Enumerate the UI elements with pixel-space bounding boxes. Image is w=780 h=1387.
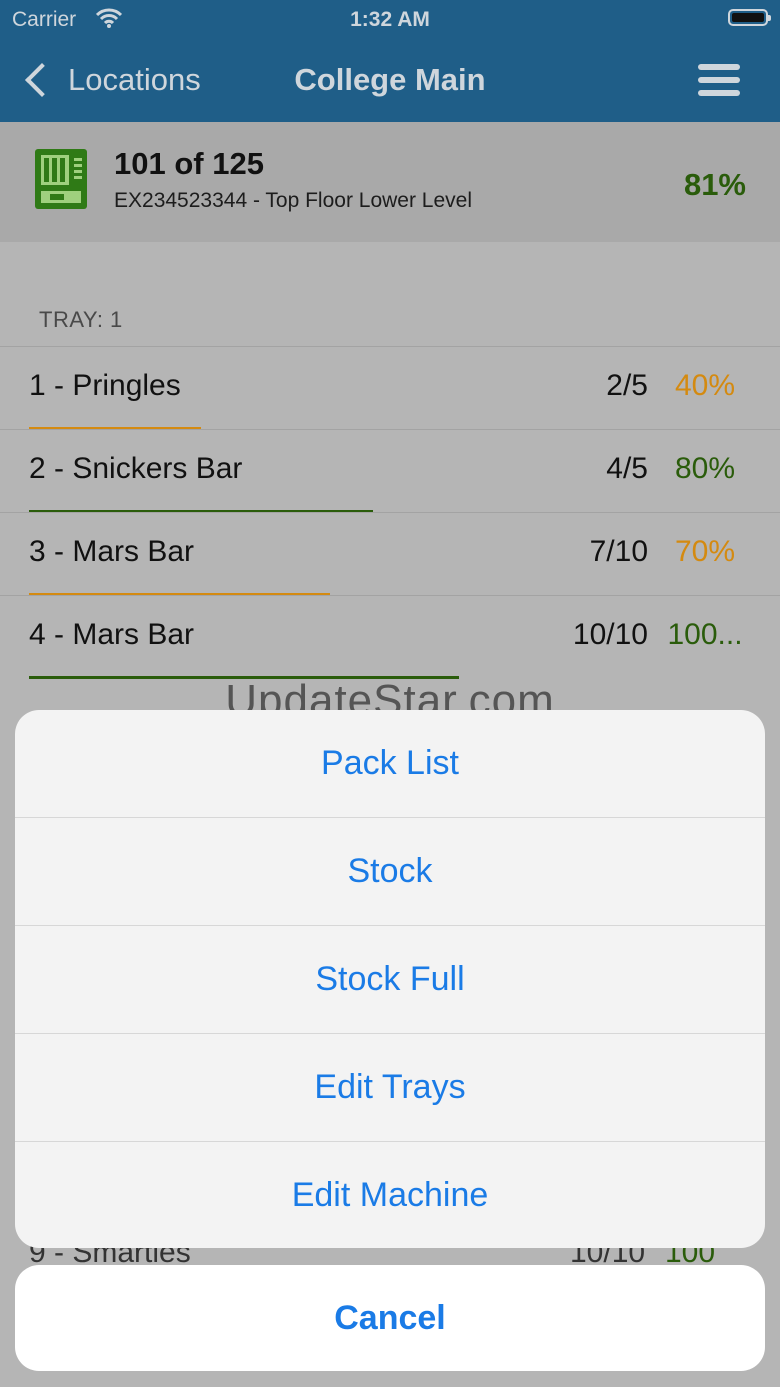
page-title: College Main [294,62,486,97]
product-qty: 10/10 [572,618,648,651]
machine-count: 101 of 125 [114,146,264,181]
list-item[interactable]: 3 - Mars Bar 7/10 70% [0,512,780,596]
machine-description: EX234523344 - Top Floor Lower Level [114,189,473,212]
product-percent: 40% [674,369,736,402]
edit-trays-button[interactable]: Edit Trays [15,1034,765,1142]
stock-button[interactable]: Stock [15,818,765,926]
product-name: 2 - Snickers Bar [29,452,243,485]
product-name: 4 - Mars Bar [29,618,195,651]
product-qty: 4/5 [606,452,648,485]
hamburger-menu-icon[interactable] [698,64,740,96]
battery-icon [728,9,771,26]
cancel-button[interactable]: Cancel [15,1265,765,1371]
machine-percent: 81% [683,167,746,202]
machine-summary: 101 of 125 EX234523344 - Top Floor Lower… [0,122,780,242]
product-percent: 100... [667,618,743,651]
status-bar: Carrier 1:32 AM [0,0,780,40]
product-name: 1 - Pringles [29,369,181,402]
product-name: 3 - Mars Bar [29,535,195,568]
list-item[interactable]: 4 - Mars Bar 10/10 100... [0,595,780,679]
product-qty: 2/5 [606,369,648,402]
navigation-bar: Locations College Main [0,40,780,122]
vending-machine-icon [34,148,88,215]
action-sheet: Pack List Stock Stock Full Edit Trays Ed… [15,710,765,1248]
edit-machine-button[interactable]: Edit Machine [15,1142,765,1248]
list-item[interactable]: 1 - Pringles 2/5 40% [0,346,780,430]
list-item[interactable]: 2 - Snickers Bar 4/5 80% [0,429,780,513]
clock: 1:32 AM [350,8,430,31]
product-percent: 70% [674,535,736,568]
stock-full-button[interactable]: Stock Full [15,926,765,1034]
pack-list-button[interactable]: Pack List [15,710,765,818]
tray-section-header: TRAY: 1 [39,307,123,332]
product-percent: 80% [674,452,736,485]
product-qty: 7/10 [589,535,648,568]
